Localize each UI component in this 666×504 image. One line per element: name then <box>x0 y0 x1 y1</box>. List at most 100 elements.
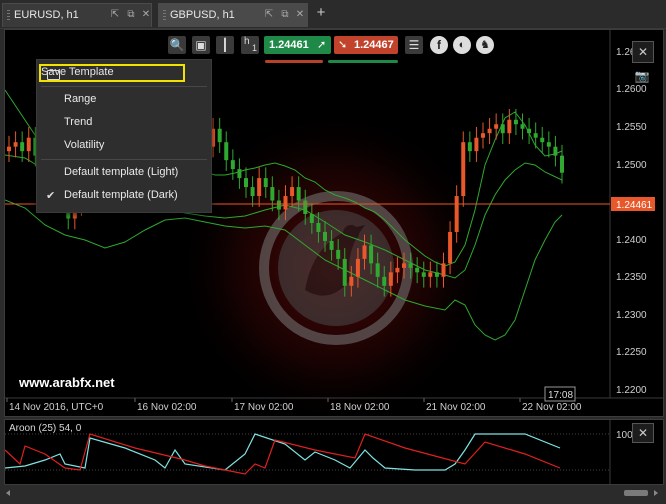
candle-body <box>26 137 31 152</box>
candle-body <box>7 146 11 152</box>
camera-icon[interactable]: 📷 <box>632 69 652 87</box>
candle-body <box>560 155 564 173</box>
aroon-chart[interactable]: Aroon (25) 54, 0 100 <box>5 420 663 484</box>
tools-icon[interactable]: ◐ <box>453 36 471 54</box>
detach-icon[interactable]: ⧉ <box>279 9 291 21</box>
candle-body <box>237 169 242 179</box>
candle-body <box>296 187 301 201</box>
candle-body <box>283 196 288 210</box>
menu-item-label: Volatility <box>64 139 105 151</box>
tab-gbpusd[interactable]: GBPUSD, h1 ⇱ ⧉ ✕ <box>158 3 308 27</box>
sell-button[interactable]: ➘ 1.24467 <box>334 36 398 54</box>
candle-body <box>270 187 275 201</box>
menu-item-save-template[interactable]: Save Template <box>39 64 185 82</box>
menu-item-default-dark[interactable]: ✔ Default template (Dark) <box>37 185 211 207</box>
current-price-tag-label: 1.24461 <box>616 200 653 211</box>
price-label: 1.2350 <box>616 272 647 283</box>
candle-body <box>342 258 347 286</box>
candle-body <box>224 142 229 161</box>
arrow-up-icon: ➚ <box>317 39 327 51</box>
close-indicator-button[interactable]: ✕ <box>632 423 654 443</box>
detach-icon[interactable]: ⧉ <box>125 9 137 21</box>
menu-item-range[interactable]: Range <box>37 89 211 111</box>
templates-icon[interactable]: ▣ <box>192 36 210 54</box>
candle-body <box>250 187 255 197</box>
candle-body <box>336 249 341 259</box>
tab-eurusd[interactable]: EURUSD, h1 ⇱ ⧉ ✕ <box>2 3 152 27</box>
candle-body <box>421 272 426 277</box>
candle-body <box>500 124 505 134</box>
tab-grip-icon[interactable] <box>163 10 166 22</box>
sell-volume-bar <box>328 60 398 63</box>
candle-body <box>546 142 551 147</box>
candle-body <box>355 258 360 277</box>
sell-price: 1.24467 <box>354 39 394 51</box>
menu-item-trend[interactable]: Trend <box>37 112 211 134</box>
menu-item-label: Range <box>64 93 97 105</box>
candle-body <box>244 178 248 188</box>
price-label: 1.2250 <box>616 347 647 358</box>
tab-label: EURUSD, h1 <box>14 9 79 21</box>
close-icon[interactable]: ✕ <box>140 9 152 21</box>
order-list-icon[interactable]: ☰ <box>405 36 423 54</box>
timeframe-letter: h <box>244 36 250 47</box>
buy-button[interactable]: 1.24461 ➚ <box>264 36 331 54</box>
candle-body <box>553 146 558 156</box>
candle-body <box>520 124 525 129</box>
price-label: 1.2500 <box>616 160 647 171</box>
candle-body <box>474 137 479 152</box>
candle-body <box>441 263 446 277</box>
candle-body <box>217 128 222 143</box>
price-label: 1.2400 <box>616 235 647 246</box>
menu-item-label: Default template (Dark) <box>64 189 178 201</box>
time-label: 17 Nov 02:00 <box>234 402 294 413</box>
menu-item-volatility[interactable]: Volatility <box>37 135 211 157</box>
fx-icon[interactable]: f <box>430 36 448 54</box>
timeframe-button[interactable]: h 1 <box>241 36 259 54</box>
candle-body <box>13 142 18 147</box>
price-label: 1.2200 <box>616 385 647 396</box>
candle-body <box>408 263 413 268</box>
candle-body <box>290 187 295 197</box>
zoom-icon[interactable]: 🔍 <box>168 36 186 54</box>
pop-out-icon[interactable]: ⇱ <box>263 9 275 21</box>
candle-body <box>533 133 538 138</box>
price-axis-labels: 1.26 1.2600 1.2550 1.2500 1.2400 1.2350 … <box>616 47 647 396</box>
candle-body <box>230 160 235 170</box>
buy-volume-bar <box>265 60 323 63</box>
time-label: 16 Nov 02:00 <box>137 402 197 413</box>
candle-body <box>434 272 439 277</box>
time-label: 22 Nov 02:00 <box>522 402 582 413</box>
horizontal-scrollbar[interactable] <box>4 488 662 498</box>
candle-body <box>507 119 512 134</box>
close-icon[interactable]: ✕ <box>294 9 306 21</box>
watermark-text: www.arabfx.net <box>18 375 115 390</box>
crosshair-time-label: 17:08 <box>548 390 573 401</box>
add-tab-button[interactable]: + <box>314 5 328 20</box>
candle-body <box>257 178 262 197</box>
aroon-level-label: 100 <box>616 430 633 441</box>
candle-body <box>448 231 453 264</box>
price-label: 1.2550 <box>616 122 647 133</box>
chart-type-icon[interactable]: ┃ <box>216 36 234 54</box>
candle-body <box>309 214 314 223</box>
timeframe-number: 1 <box>252 43 258 53</box>
price-label: 1.2300 <box>616 310 647 321</box>
close-chart-button[interactable]: ✕ <box>632 41 654 63</box>
candle-body <box>263 178 268 188</box>
user-icon[interactable]: ♞ <box>476 36 494 54</box>
aroon-down-line <box>5 433 561 475</box>
checkmark-icon: ✔ <box>46 190 56 202</box>
time-label: 14 Nov 2016, UTC+0 <box>9 402 104 413</box>
tab-grip-icon[interactable] <box>7 10 10 22</box>
candle-body <box>513 119 518 125</box>
candle-body <box>461 142 466 197</box>
candle-body <box>303 200 308 214</box>
candle-body <box>402 263 406 268</box>
pop-out-icon[interactable]: ⇱ <box>109 9 121 21</box>
scroll-thumb[interactable] <box>624 490 648 496</box>
folder-icon <box>47 70 60 80</box>
menu-item-default-light[interactable]: Default template (Light) <box>37 162 211 184</box>
candle-body <box>494 124 499 129</box>
menu-separator <box>41 159 207 160</box>
